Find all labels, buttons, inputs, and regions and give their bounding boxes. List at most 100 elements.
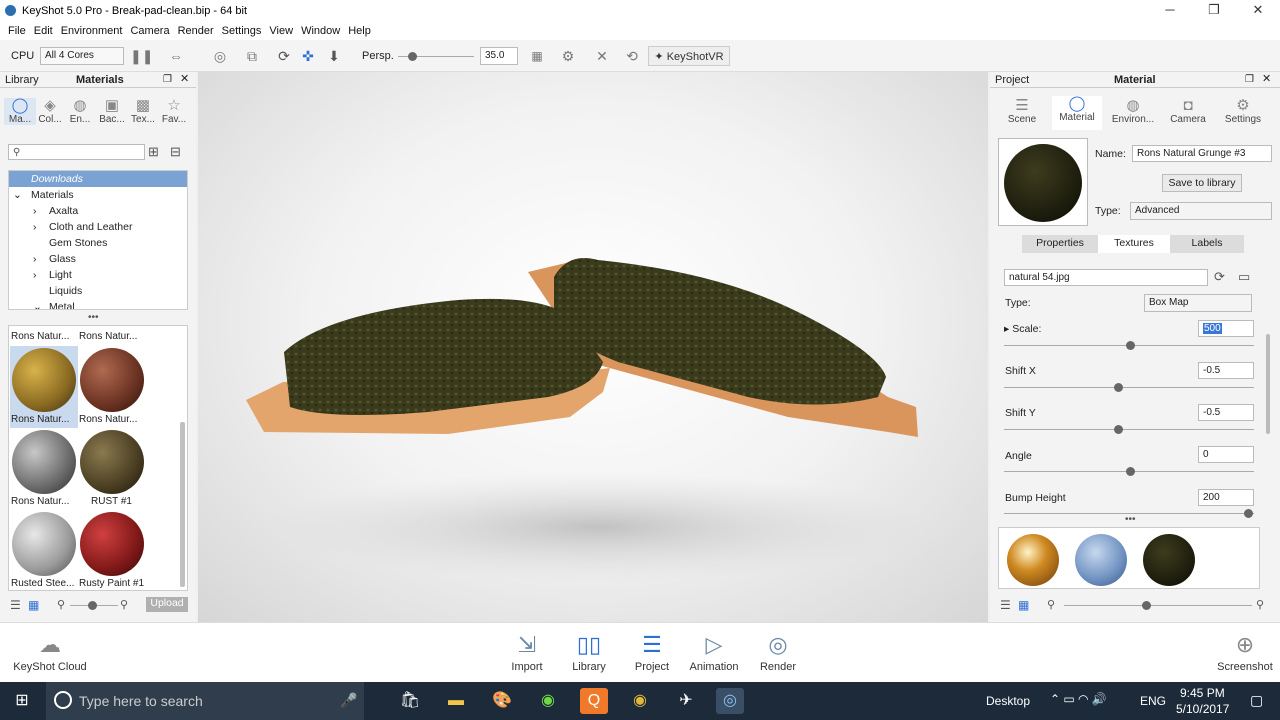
menu-render[interactable]: Render bbox=[174, 25, 218, 37]
tab-settings[interactable]: ⚙ Settings bbox=[1218, 98, 1268, 126]
params-scrollbar[interactable] bbox=[1266, 334, 1270, 434]
zoom-in-icon[interactable]: ⚲ bbox=[120, 598, 128, 611]
taskbar-search-box[interactable]: Type here to search 🎤 bbox=[46, 682, 364, 720]
zoom-in-icon[interactable]: ⚲ bbox=[1256, 598, 1264, 611]
tab-camera[interactable]: ◘ Camera bbox=[1164, 98, 1212, 126]
subtab-textures[interactable]: Textures bbox=[1098, 235, 1170, 253]
keyshotvr-button[interactable]: ✦ KeyShotVR bbox=[648, 46, 730, 66]
reload-texture-icon[interactable]: ⟳ bbox=[1214, 269, 1225, 285]
folder-remove-icon[interactable]: ⊟ bbox=[170, 144, 181, 160]
undock-icon[interactable]: ❐ bbox=[1245, 72, 1254, 87]
tree-item[interactable]: Gem Stones bbox=[9, 235, 187, 251]
angle-input[interactable]: 0 bbox=[1198, 446, 1254, 463]
tab-materials[interactable]: ◯ Ma... bbox=[4, 98, 36, 125]
upload-button[interactable]: Upload bbox=[146, 597, 188, 612]
expand-icon[interactable]: ⌄ bbox=[33, 299, 49, 309]
keyshot-cloud-button[interactable]: ☁ KeyShot Cloud bbox=[10, 629, 90, 673]
zoom-out-icon[interactable]: ⚲ bbox=[57, 598, 65, 611]
grid-icon[interactable]: ▦ bbox=[528, 46, 546, 66]
scale-slider[interactable] bbox=[1004, 341, 1254, 350]
scale-input[interactable]: 500 bbox=[1198, 320, 1254, 337]
menu-environment[interactable]: Environment bbox=[57, 25, 127, 37]
render-viewport[interactable] bbox=[198, 72, 988, 622]
refresh-icon[interactable]: ⟳ bbox=[274, 46, 294, 66]
tree-item[interactable]: › Axalta bbox=[9, 203, 187, 219]
store-icon[interactable]: 🛍 bbox=[396, 688, 424, 714]
shiftx-slider[interactable] bbox=[1004, 383, 1254, 392]
clock-time[interactable]: 9:45 PM bbox=[1180, 686, 1225, 700]
folder-add-icon[interactable]: ⊞ bbox=[148, 144, 159, 160]
dock-screenshot[interactable]: ⊕ Screenshot bbox=[1212, 629, 1278, 673]
thumb-size-slider[interactable] bbox=[1064, 601, 1252, 610]
menu-settings[interactable]: Settings bbox=[218, 25, 266, 37]
shiftx-input[interactable]: -0.5 bbox=[1198, 362, 1254, 379]
pause-icon[interactable]: ❚❚ bbox=[130, 46, 153, 66]
zoom-out-icon[interactable]: ⚲ bbox=[1047, 598, 1055, 611]
windows-start-icon[interactable]: ⊞ bbox=[8, 688, 36, 714]
tree-item[interactable]: ⌄ Metal bbox=[9, 299, 187, 309]
tree-item[interactable]: Liquids bbox=[9, 283, 187, 299]
dock-animation[interactable]: ▷ Animation bbox=[684, 629, 744, 673]
close-button[interactable]: ✕ bbox=[1236, 0, 1280, 22]
fov-input[interactable]: 35.0 bbox=[480, 47, 518, 65]
resolution-icon[interactable]: ⇔ bbox=[164, 46, 188, 66]
menu-view[interactable]: View bbox=[265, 25, 297, 37]
menu-file[interactable]: File bbox=[4, 25, 30, 37]
splitter-handle[interactable]: ••• bbox=[1125, 514, 1136, 525]
screenshot-icon[interactable]: ◎ bbox=[206, 46, 234, 66]
material-name-input[interactable]: Rons Natural Grunge #3 bbox=[1132, 145, 1272, 162]
save-to-library-button[interactable]: Save to library bbox=[1162, 174, 1242, 192]
menu-camera[interactable]: Camera bbox=[126, 25, 173, 37]
sync-icon[interactable]: ⟲ bbox=[622, 46, 642, 66]
open-folder-icon[interactable]: ▭ bbox=[1238, 269, 1250, 285]
fov-slider[interactable] bbox=[398, 52, 474, 61]
tab-textures[interactable]: ▩ Tex... bbox=[127, 98, 159, 126]
subtab-labels[interactable]: Labels bbox=[1170, 235, 1244, 253]
material-thumb[interactable] bbox=[80, 348, 144, 412]
material-thumb[interactable] bbox=[1075, 534, 1127, 586]
tab-scene[interactable]: ☰ Scene bbox=[998, 98, 1046, 126]
clock-date[interactable]: 5/10/2017 bbox=[1176, 702, 1229, 716]
list-view-icon[interactable]: ☰ bbox=[10, 598, 21, 612]
cpu-cores-select[interactable]: All 4 Cores bbox=[40, 47, 124, 65]
material-thumb[interactable] bbox=[12, 430, 76, 494]
material-preview[interactable] bbox=[998, 138, 1088, 226]
material-thumb[interactable] bbox=[80, 512, 144, 576]
close-panel-icon[interactable]: ✕ bbox=[1262, 72, 1271, 87]
tree-item[interactable]: ⌄ Materials bbox=[9, 187, 187, 203]
shifty-input[interactable]: -0.5 bbox=[1198, 404, 1254, 421]
tree-item[interactable]: › Glass bbox=[9, 251, 187, 267]
maximize-button[interactable]: ❐ bbox=[1192, 0, 1236, 22]
tab-material[interactable]: ◯ Material bbox=[1052, 96, 1102, 130]
desktop-label[interactable]: Desktop bbox=[986, 694, 1030, 708]
texture-file-input[interactable]: natural 54.jpg bbox=[1004, 269, 1208, 286]
shifty-slider[interactable] bbox=[1004, 425, 1254, 434]
expand-icon[interactable]: ⌄ bbox=[13, 187, 31, 203]
expand-icon[interactable]: › bbox=[33, 267, 49, 283]
texture-type-select[interactable]: Box Map bbox=[1144, 294, 1252, 312]
expand-icon[interactable]: › bbox=[33, 219, 49, 235]
tab-favorites[interactable]: ☆ Fav... bbox=[158, 98, 190, 126]
copy-icon[interactable]: ⧉ bbox=[242, 46, 262, 66]
undock-icon[interactable]: ❐ bbox=[163, 72, 172, 87]
tree-item[interactable]: › Cloth and Leather bbox=[9, 219, 187, 235]
keyshot-taskbar-icon[interactable]: ◎ bbox=[716, 688, 744, 714]
minimize-button[interactable]: ─ bbox=[1148, 0, 1192, 22]
microphone-icon[interactable]: 🎤 bbox=[340, 692, 357, 709]
brake-pad-model[interactable] bbox=[198, 72, 988, 622]
library-search-input[interactable]: ⚲ bbox=[8, 144, 145, 160]
grid-view-icon[interactable]: ▦ bbox=[28, 598, 39, 612]
menu-edit[interactable]: Edit bbox=[30, 25, 57, 37]
upwork-icon[interactable]: ◉ bbox=[534, 688, 562, 714]
subtab-properties[interactable]: Properties bbox=[1022, 235, 1098, 253]
dock-library[interactable]: ▯▯ Library bbox=[559, 629, 619, 673]
fit-icon[interactable]: ✜ bbox=[298, 46, 318, 66]
menu-window[interactable]: Window bbox=[297, 25, 344, 37]
dock-project[interactable]: ☰ Project bbox=[622, 629, 682, 673]
geometry-icon[interactable]: ✕ bbox=[592, 46, 612, 66]
tab-environments[interactable]: ◍ En... bbox=[64, 98, 96, 126]
splitter-handle[interactable]: ••• bbox=[88, 312, 99, 323]
library-scrollbar[interactable] bbox=[180, 422, 185, 587]
material-thumb[interactable] bbox=[12, 512, 76, 576]
language-indicator[interactable]: ENG bbox=[1140, 694, 1166, 708]
